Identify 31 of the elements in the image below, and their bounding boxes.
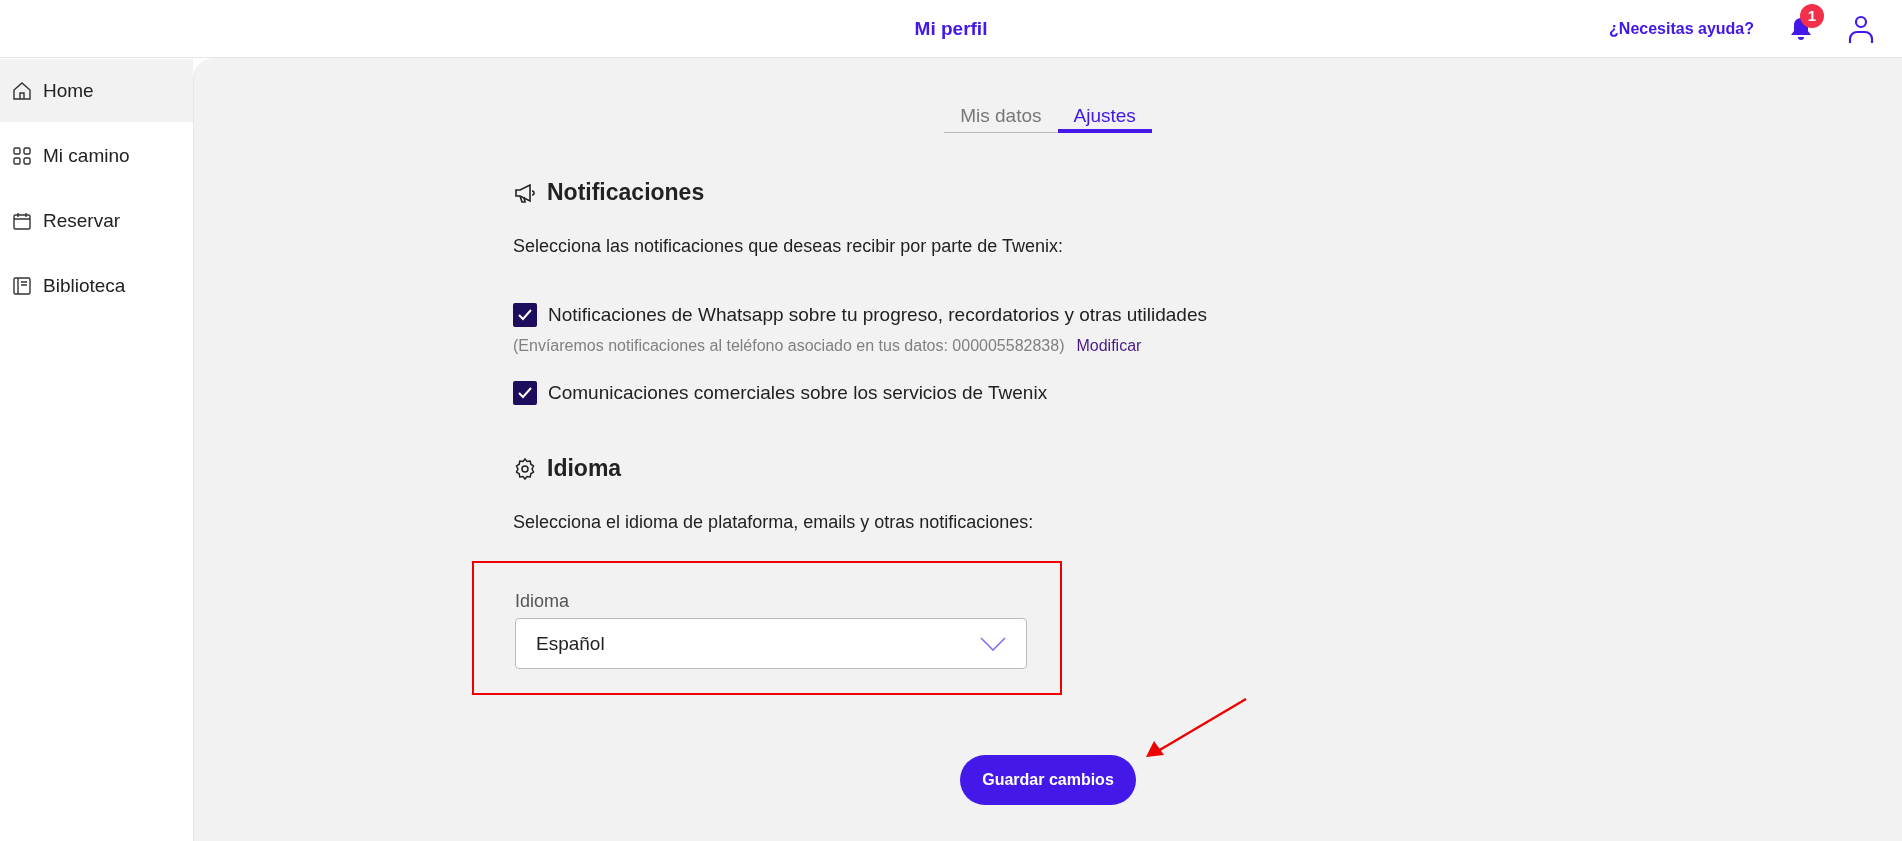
sidebar-item[interactable]: Mi camino xyxy=(0,124,193,187)
save-button[interactable]: Guardar cambios xyxy=(960,755,1136,805)
help-link[interactable]: ¿Necesitas ayuda? xyxy=(1609,19,1754,38)
notification-badge: 1 xyxy=(1800,3,1824,28)
section-description: Selecciona el idioma de plataforma, emails y otras notificaciones: xyxy=(513,512,1035,533)
user-icon[interactable] xyxy=(1848,13,1874,44)
modify-link[interactable]: Modificar xyxy=(1076,337,1142,355)
sidebar-item[interactable]: Biblioteca xyxy=(0,254,193,317)
sidebar-item[interactable]: Home xyxy=(0,59,193,122)
checkbox[interactable] xyxy=(513,381,537,405)
section-heading: Notificaciones xyxy=(547,179,705,206)
grid-icon xyxy=(12,145,32,166)
field-label: Idioma xyxy=(515,591,571,612)
phone-note: (Envíaremos notificaciones al teléfono asociado en tus datos: 000005582838) xyxy=(513,337,1065,355)
chevron-down-icon xyxy=(980,636,1006,651)
tab[interactable]: Ajustes xyxy=(1057,101,1152,133)
checkbox[interactable] xyxy=(513,303,537,327)
tab[interactable]: Mis datos xyxy=(944,101,1058,133)
section-heading: Idioma xyxy=(547,455,622,482)
gear-icon xyxy=(513,456,537,481)
house-icon xyxy=(12,80,32,101)
checkbox-label: Comunicaciones comerciales sobre los servicios de Twenix xyxy=(548,382,1048,404)
sidebar-item[interactable]: Reservar xyxy=(0,189,193,252)
checkbox-label: Notificaciones de Whatsapp sobre tu progreso, recordatorios y otras utilidades xyxy=(548,304,1207,326)
section-description: Selecciona las notificaciones que deseas recibir por parte de Twenix: xyxy=(513,236,1064,257)
calendar-icon xyxy=(12,210,32,231)
language-dropdown[interactable]: Español xyxy=(515,618,1027,669)
page-title: Mi perfil xyxy=(914,17,988,40)
book-icon xyxy=(12,275,32,296)
checkmark-icon xyxy=(517,385,533,401)
checkmark-icon xyxy=(517,307,533,323)
